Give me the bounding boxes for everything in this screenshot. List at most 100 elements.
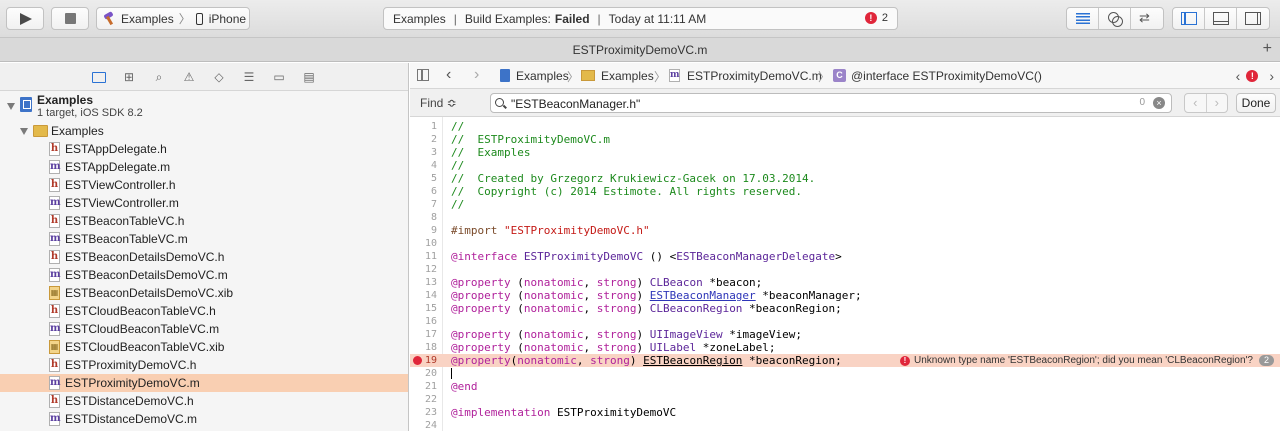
file-row[interactable]: m ESTViewController.m (0, 194, 408, 212)
file-row[interactable]: h ESTDistanceDemoVC.h (0, 392, 408, 410)
version-editor-button[interactable]: ⇄ (1131, 8, 1163, 29)
line-number[interactable]: 20 (410, 367, 437, 380)
code-area[interactable]: 1//2// ESTProximityDemoVC.m 3// Examples 4… (410, 117, 1280, 431)
line-number[interactable]: 21 (410, 380, 437, 393)
new-tab-button[interactable]: + (1263, 38, 1272, 60)
line-number[interactable]: 6 (410, 185, 437, 198)
code-line[interactable]: 10 (410, 237, 1280, 250)
code-line[interactable]: 7 // (410, 198, 1280, 211)
code-line[interactable]: 24 (410, 419, 1280, 431)
jumpbar-symbol[interactable]: @interface ESTProximityDemoVC() (851, 69, 1042, 83)
code-line-error[interactable]: 19 @property(nonatomic, strong) ESTBeacon… (410, 354, 1280, 367)
search-icon[interactable]: ⌕ (151, 69, 167, 85)
activity-viewer[interactable]: Examples | Build Examples: Failed | Toda… (383, 7, 898, 30)
done-button[interactable]: Done (1236, 93, 1276, 113)
run-button[interactable] (6, 7, 44, 30)
line-number[interactable]: 13 (410, 276, 437, 289)
line-number[interactable]: 5 (410, 172, 437, 185)
previous-issue-icon[interactable]: ‹ (1236, 68, 1241, 84)
toggle-utilities-button[interactable] (1237, 8, 1269, 29)
folder-icon[interactable] (91, 69, 107, 85)
file-row[interactable]: h ESTProximityDemoVC.h (0, 356, 408, 374)
error-indicator[interactable]: ! 2 (864, 12, 888, 24)
line-number[interactable]: 17 (410, 328, 437, 341)
toggle-debug-button[interactable] (1205, 8, 1237, 29)
code-line[interactable]: 22 (410, 393, 1280, 406)
code-line[interactable]: 13 @property (nonatomic, strong) CLBeacon… (410, 276, 1280, 289)
tab-title[interactable]: ESTProximityDemoVC.m (573, 43, 708, 57)
jumpbar-project[interactable]: Examples (516, 69, 569, 83)
code-line[interactable]: 8 (410, 211, 1280, 224)
file-row[interactable]: h ESTViewController.h (0, 176, 408, 194)
line-number[interactable]: 24 (410, 419, 437, 431)
warning-icon[interactable]: ⚠ (181, 69, 197, 85)
standard-editor-button[interactable] (1067, 8, 1099, 29)
file-row[interactable]: m ESTBeaconTableVC.m (0, 230, 408, 248)
code-line[interactable]: 17 @property (nonatomic, strong) UIImageV… (410, 328, 1280, 341)
disclosure-triangle-icon[interactable] (20, 128, 28, 135)
related-items-icon[interactable] (417, 69, 429, 81)
line-number[interactable]: 8 (410, 211, 437, 224)
line-number[interactable]: 3 (410, 146, 437, 159)
symbol-navigator-icon[interactable]: ⊞ (121, 69, 137, 85)
code-line[interactable]: 14 @property (nonatomic, strong) ESTBeaco… (410, 289, 1280, 302)
inline-error-message[interactable]: ! Unknown type name 'ESTBeaconRegion'; di… (900, 354, 1274, 367)
find-mode-selector[interactable]: Find ≎ (420, 96, 457, 110)
line-number[interactable]: 12 (410, 263, 437, 276)
file-row[interactable]: h ESTAppDelegate.h (0, 140, 408, 158)
project-row[interactable]: Examples 1 target, iOS SDK 8.2 (0, 91, 408, 122)
file-row[interactable]: ▦ ESTCloudBeaconTableVC.xib (0, 338, 408, 356)
file-row[interactable]: m ESTProximityDemoVC.m (0, 374, 408, 392)
test-icon[interactable]: ◇ (211, 69, 227, 85)
line-number[interactable]: 16 (410, 315, 437, 328)
line-number[interactable]: 10 (410, 237, 437, 250)
line-number[interactable]: 4 (410, 159, 437, 172)
file-row[interactable]: m ESTCloudBeaconTableVC.m (0, 320, 408, 338)
error-icon[interactable]: ! (1246, 70, 1259, 82)
find-input[interactable]: "ESTBeaconManager.h" 0 × (490, 93, 1172, 113)
code-line[interactable]: 23 @implementation ESTProximityDemoVC (410, 406, 1280, 419)
code-line[interactable]: 9 #import "ESTProximityDemoVC.h" (410, 224, 1280, 237)
back-arrow-icon[interactable]: ‹ (446, 66, 451, 84)
line-number[interactable]: 2 (410, 133, 437, 146)
code-line[interactable]: 6 // Copyright (c) 2014 Estimote. All rig… (410, 185, 1280, 198)
line-number[interactable]: 7 (410, 198, 437, 211)
line-number[interactable]: 15 (410, 302, 437, 315)
file-row[interactable]: m ESTDistanceDemoVC.m (0, 410, 408, 428)
file-row[interactable]: ▦ ESTBeaconDetailsDemoVC.xib (0, 284, 408, 302)
line-number[interactable]: 11 (410, 250, 437, 263)
find-next-button[interactable]: › (1207, 94, 1228, 112)
code-line[interactable]: 15 @property (nonatomic, strong) CLBeacon… (410, 302, 1280, 315)
code-line[interactable]: 20 (410, 367, 1280, 380)
file-row[interactable]: h ESTBeaconDetailsDemoVC.h (0, 248, 408, 266)
scheme-selector[interactable]: Examples 〉 iPhone (96, 7, 250, 30)
disclosure-triangle-icon[interactable] (7, 103, 15, 110)
debug-icon[interactable]: ☰ (241, 69, 257, 85)
code-line[interactable]: 21 @end (410, 380, 1280, 393)
code-line[interactable]: 5 // Created by Grzegorz Krukiewicz-Gacek… (410, 172, 1280, 185)
file-row[interactable]: m ESTBeaconDetailsDemoVC.m (0, 266, 408, 284)
assistant-editor-button[interactable] (1099, 8, 1131, 29)
code-line[interactable]: 18 @property (nonatomic, strong) UILabel … (410, 341, 1280, 354)
line-number[interactable]: 9 (410, 224, 437, 237)
code-line[interactable]: 1 // (410, 120, 1280, 133)
line-number[interactable]: 23 (410, 406, 437, 419)
group-row[interactable]: Examples (0, 122, 408, 140)
jumpbar-file[interactable]: ESTProximityDemoVC.m (687, 69, 822, 83)
forward-arrow-icon[interactable]: › (474, 66, 479, 84)
code-line[interactable]: 12 (410, 263, 1280, 276)
find-previous-button[interactable]: ‹ (1185, 94, 1207, 112)
file-row[interactable]: m ESTAppDelegate.m (0, 158, 408, 176)
jumpbar-group[interactable]: Examples (601, 69, 654, 83)
line-number[interactable]: 18 (410, 341, 437, 354)
line-number[interactable]: 1 (410, 120, 437, 133)
next-issue-icon[interactable]: › (1269, 68, 1274, 84)
error-marker-icon[interactable] (413, 356, 422, 365)
code-line[interactable]: 3 // Examples (410, 146, 1280, 159)
code-line[interactable]: 4 // (410, 159, 1280, 172)
file-row[interactable]: h ESTCloudBeaconTableVC.h (0, 302, 408, 320)
code-line[interactable]: 11 @interface ESTProximityDemoVC () <ESTB… (410, 250, 1280, 263)
report-icon[interactable]: ▤ (301, 69, 317, 85)
line-number[interactable]: 22 (410, 393, 437, 406)
line-number[interactable]: 14 (410, 289, 437, 302)
